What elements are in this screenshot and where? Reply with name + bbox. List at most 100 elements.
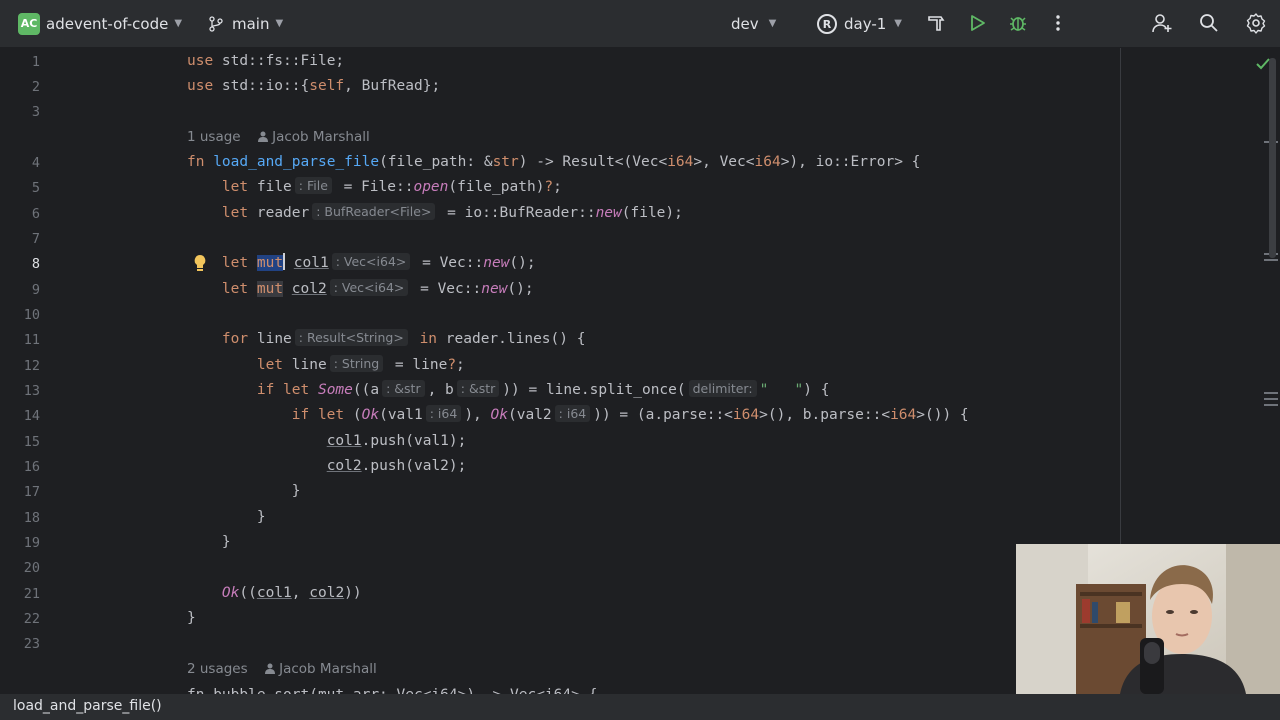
- type-hint: : &str: [456, 380, 500, 397]
- build-hammer-icon: [928, 16, 945, 31]
- line-number: 20: [23, 560, 40, 576]
- project-name: adevent-of-code: [46, 14, 169, 33]
- more-button[interactable]: [1046, 11, 1070, 35]
- code-line-partial: fn bubble_sort(mut arr: Vec<i64>) -> Vec…: [187, 684, 597, 694]
- run-icon: [971, 15, 985, 31]
- line-number: 5: [31, 180, 40, 196]
- profile-selector[interactable]: R day-1 ▼: [816, 0, 902, 47]
- user-icon: [257, 131, 268, 142]
- code-line-2: use std::io::{self, BufRead};: [187, 78, 441, 94]
- code-line-8: let mut col1: Vec<i64> = Vec::new();: [221, 253, 536, 271]
- settings-button[interactable]: [1244, 11, 1268, 35]
- code-line-16: col2.push(val2);: [326, 458, 467, 474]
- author-name: Jacob Marshall: [279, 661, 377, 677]
- usages-count[interactable]: 1 usage: [187, 129, 241, 145]
- check-icon[interactable]: [1256, 58, 1270, 70]
- svg-text:R: R: [823, 18, 832, 31]
- toolbar: AC adevent-of-code ▼ main ▼ dev ▼ R day-…: [0, 0, 1280, 48]
- scrollbar-thumb[interactable]: [1269, 58, 1276, 258]
- code-line-11: for line: Result<String> in reader.lines…: [221, 329, 586, 347]
- add-user-icon: [1152, 14, 1172, 33]
- code-line-17: }: [187, 483, 301, 499]
- run-config-selector[interactable]: dev ▼: [731, 0, 776, 47]
- chevron-down-icon: ▼: [768, 18, 777, 29]
- search-button[interactable]: [1197, 11, 1221, 35]
- chevron-down-icon: ▼: [174, 18, 183, 29]
- line-number: 15: [23, 434, 40, 450]
- line-number: 23: [23, 636, 40, 652]
- code-line-9: let mut col2: Vec<i64> = Vec::new();: [221, 279, 534, 297]
- type-hint: : BufReader<File>: [312, 203, 436, 220]
- line-number: 8: [31, 256, 40, 272]
- code-line-5: let file: File = File::open(file_path)?;: [221, 177, 562, 195]
- type-hint: : String: [329, 355, 384, 372]
- project-badge: AC: [18, 12, 40, 35]
- line-number: 12: [23, 358, 40, 374]
- line-number: 18: [23, 510, 40, 526]
- code-line-18: }: [187, 509, 266, 525]
- code-line-4: fn load_and_parse_file(file_path: &str) …: [187, 154, 921, 170]
- webcam-image: [1016, 544, 1280, 694]
- status-bar: load_and_parse_file(): [0, 694, 1280, 720]
- text-cursor: [283, 253, 286, 270]
- build-button[interactable]: [924, 11, 948, 35]
- project-selector[interactable]: AC adevent-of-code ▼: [18, 0, 182, 47]
- code-line-22: }: [187, 610, 196, 626]
- rust-icon: R: [817, 13, 837, 34]
- line-number: 17: [23, 484, 40, 500]
- add-user-button[interactable]: [1150, 11, 1174, 35]
- line-number: 9: [31, 282, 40, 298]
- search-icon: [1200, 14, 1218, 32]
- line-number: 13: [23, 383, 40, 399]
- line-number: 6: [31, 206, 40, 222]
- line-number: 11: [23, 332, 40, 348]
- code-line-1: use std::fs::File;: [187, 53, 345, 69]
- line-number: 1: [31, 54, 40, 70]
- line-number: 21: [23, 586, 40, 602]
- line-number: 14: [23, 408, 40, 424]
- type-hint: : Result<String>: [294, 329, 408, 346]
- line-number: 19: [23, 535, 40, 551]
- parameter-hint: delimiter:: [688, 380, 757, 397]
- type-hint: : Vec<i64>: [329, 279, 409, 296]
- line-number: 7: [31, 231, 40, 247]
- code-line-13: if let Some((a: &str, b: &str)) = line.s…: [256, 380, 830, 398]
- line-number: 22: [23, 611, 40, 627]
- type-hint: : Vec<i64>: [331, 253, 411, 270]
- debug-button[interactable]: [1006, 11, 1030, 35]
- run-config-name: dev: [731, 14, 759, 33]
- chevron-down-icon: ▼: [275, 18, 284, 29]
- code-line-21: Ok((col1, col2)): [221, 585, 362, 601]
- code-line-6: let reader: BufReader<File> = io::BufRea…: [221, 203, 683, 221]
- line-number: 10: [23, 307, 40, 323]
- scrollbar-marker[interactable]: [1264, 392, 1278, 394]
- line-number: 16: [23, 459, 40, 475]
- branch-selector[interactable]: main ▼: [208, 0, 283, 47]
- usages-hint[interactable]: 2 usages Jacob Marshall: [187, 661, 377, 677]
- profile-name: day-1: [844, 14, 887, 33]
- branch-icon: [209, 15, 223, 32]
- scrollbar-marker[interactable]: [1264, 259, 1278, 261]
- code-line-12: let line: String = line?;: [256, 355, 465, 373]
- author-name: Jacob Marshall: [272, 129, 370, 145]
- type-hint: : i64: [425, 405, 462, 422]
- scrollbar-marker[interactable]: [1264, 398, 1278, 400]
- debug-icon: [1010, 17, 1026, 31]
- type-hint: : &str: [382, 380, 425, 397]
- code-line-19: }: [187, 534, 231, 550]
- more-icon: [1056, 15, 1060, 31]
- type-hint: : File: [294, 177, 332, 194]
- chevron-down-icon: ▼: [894, 18, 902, 29]
- code-line-15: col1.push(val1);: [326, 433, 467, 449]
- scrollbar-marker[interactable]: [1264, 404, 1278, 406]
- run-button[interactable]: [965, 11, 989, 35]
- branch-name: main: [232, 14, 270, 33]
- type-hint: : i64: [554, 405, 591, 422]
- breadcrumb[interactable]: load_and_parse_file(): [13, 698, 162, 714]
- usages-hint[interactable]: 1 usage Jacob Marshall: [187, 129, 370, 145]
- code-line-14: if let (Ok(val1: i64), Ok(val2: i64)) = …: [291, 405, 969, 423]
- usages-count[interactable]: 2 usages: [187, 661, 248, 677]
- line-number: 3: [31, 104, 40, 120]
- line-number: 2: [31, 79, 40, 95]
- line-number: 4: [31, 155, 40, 171]
